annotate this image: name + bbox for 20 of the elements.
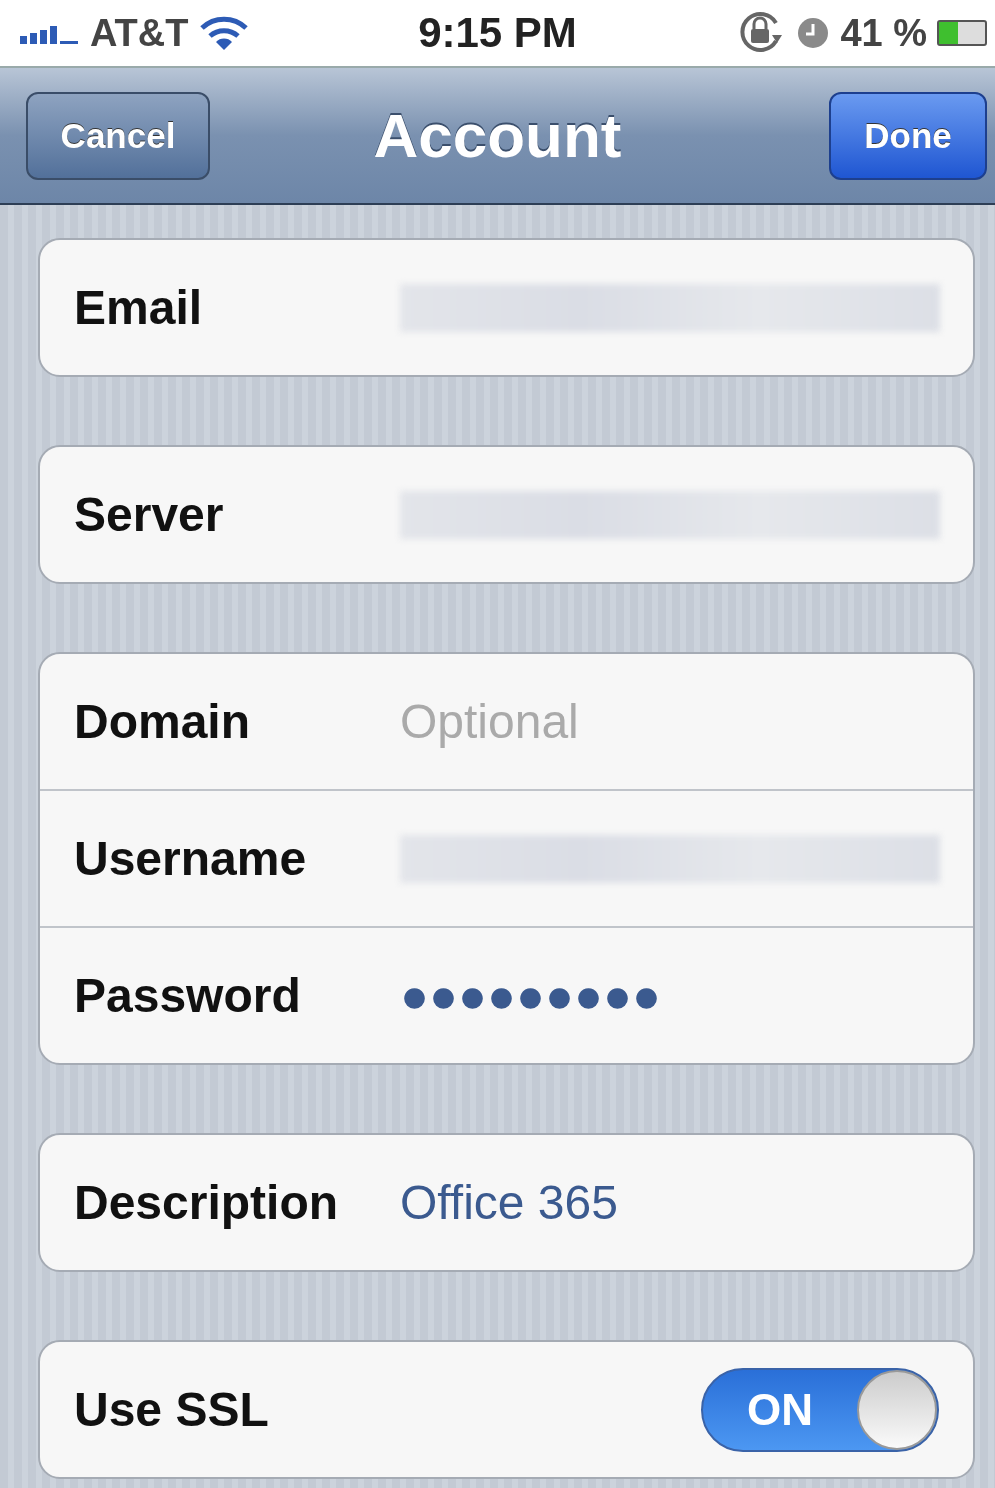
field-value[interactable]: Office 365 bbox=[400, 1175, 618, 1230]
field-label: Description bbox=[74, 1175, 340, 1230]
done-button[interactable]: Done bbox=[829, 91, 987, 180]
field-label: Username bbox=[74, 831, 308, 886]
toggle-switch[interactable]: ON bbox=[701, 1367, 939, 1452]
field-value[interactable]: ●●●●●●●●● bbox=[400, 968, 661, 1023]
field-label: Domain bbox=[74, 694, 251, 749]
battery-percent: 41 % bbox=[840, 11, 927, 55]
alarm-clock-icon bbox=[796, 16, 831, 50]
field-label: Server bbox=[74, 487, 225, 542]
wifi-icon bbox=[198, 15, 249, 51]
input-field[interactable]: Optional bbox=[400, 694, 579, 749]
clock-time: 9:15 PM bbox=[417, 9, 578, 57]
screen-title: Account bbox=[372, 100, 623, 171]
cancel-button[interactable]: Cancel bbox=[26, 91, 210, 180]
field-label: Use SSL bbox=[74, 1382, 270, 1437]
field-label: Password bbox=[74, 968, 302, 1023]
field-label: Email bbox=[74, 280, 204, 335]
carrier-name: AT&T bbox=[90, 11, 189, 55]
battery-icon bbox=[937, 20, 987, 46]
